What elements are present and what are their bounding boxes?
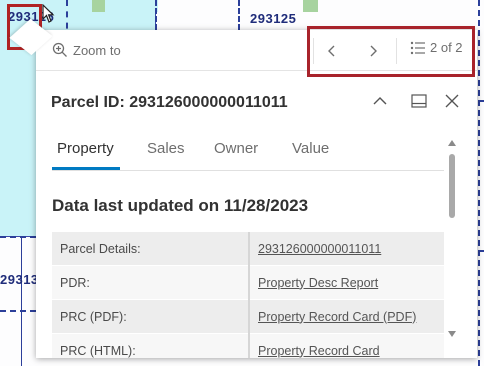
parcel-boundary [478,100,484,102]
parcel-label: 29313 [0,272,39,287]
pdr-link[interactable]: Property Desc Report [249,265,444,300]
close-icon [445,94,459,108]
last-updated-heading: Data last updated on 11/28/2023 [52,196,309,215]
prc-html-link[interactable]: Property Record Card [249,333,444,358]
content-scrollbar[interactable] [446,136,458,341]
parcel-boundary [21,236,22,366]
tab-property[interactable]: Property [57,140,114,157]
dock-button[interactable] [408,90,430,112]
scroll-down-icon[interactable] [448,331,456,337]
zoom-to-button[interactable]: Zoom to [52,40,121,60]
parcel-details-link[interactable]: 293126000000011011 [249,232,444,266]
zoom-to-label: Zoom to [73,42,121,58]
row-key: Parcel Details: [52,232,250,266]
parcel-boundary [478,250,484,252]
parcel-boundary [155,0,157,30]
row-key: PRC (HTML): [52,333,250,358]
parcel-label: 293125 [250,11,297,26]
parcel-boundary [0,236,36,238]
cursor-icon [42,4,55,23]
dock-icon [411,94,427,108]
navigation-highlight-box [307,26,475,77]
popup-content: Property Sales Owner Value Data last upd… [36,130,477,358]
parcel-green-block [92,0,105,12]
parcel-boundary [238,0,240,30]
parcel-boundary [0,310,36,312]
parcel-boundary [478,0,480,366]
feature-popup[interactable]: Zoom to 2 of 2 Parcel ID: 29312600000001… [36,30,477,358]
scroll-thumb[interactable] [449,154,455,218]
tab-value[interactable]: Value [292,140,329,157]
zoom-in-icon [52,42,67,57]
table-row: PRC (PDF): Property Record Card (PDF) [52,299,444,334]
scroll-up-icon[interactable] [448,140,456,146]
close-button[interactable] [441,90,463,112]
tab-sales[interactable]: Sales [147,140,185,157]
property-table: Parcel Details: 293126000000011011 PDR: … [52,232,444,358]
active-tab-indicator [52,167,120,170]
table-row: PRC (HTML): Property Record Card [52,333,444,358]
parcel-green-block [303,0,318,12]
table-row: Parcel Details: 293126000000011011 [52,232,444,266]
table-row: PDR: Property Desc Report [52,265,444,300]
tab-bar: Property Sales Owner Value [52,130,444,171]
popup-header: Parcel ID: 293126000000011011 [36,82,477,122]
chevron-up-icon [373,97,387,105]
popup-title: Parcel ID: 293126000000011011 [51,94,288,111]
tab-owner[interactable]: Owner [214,140,258,157]
prc-pdf-link[interactable]: Property Record Card (PDF) [249,299,444,334]
row-key: PRC (PDF): [52,299,250,334]
row-key: PDR: [52,265,250,300]
collapse-button[interactable] [369,90,391,112]
